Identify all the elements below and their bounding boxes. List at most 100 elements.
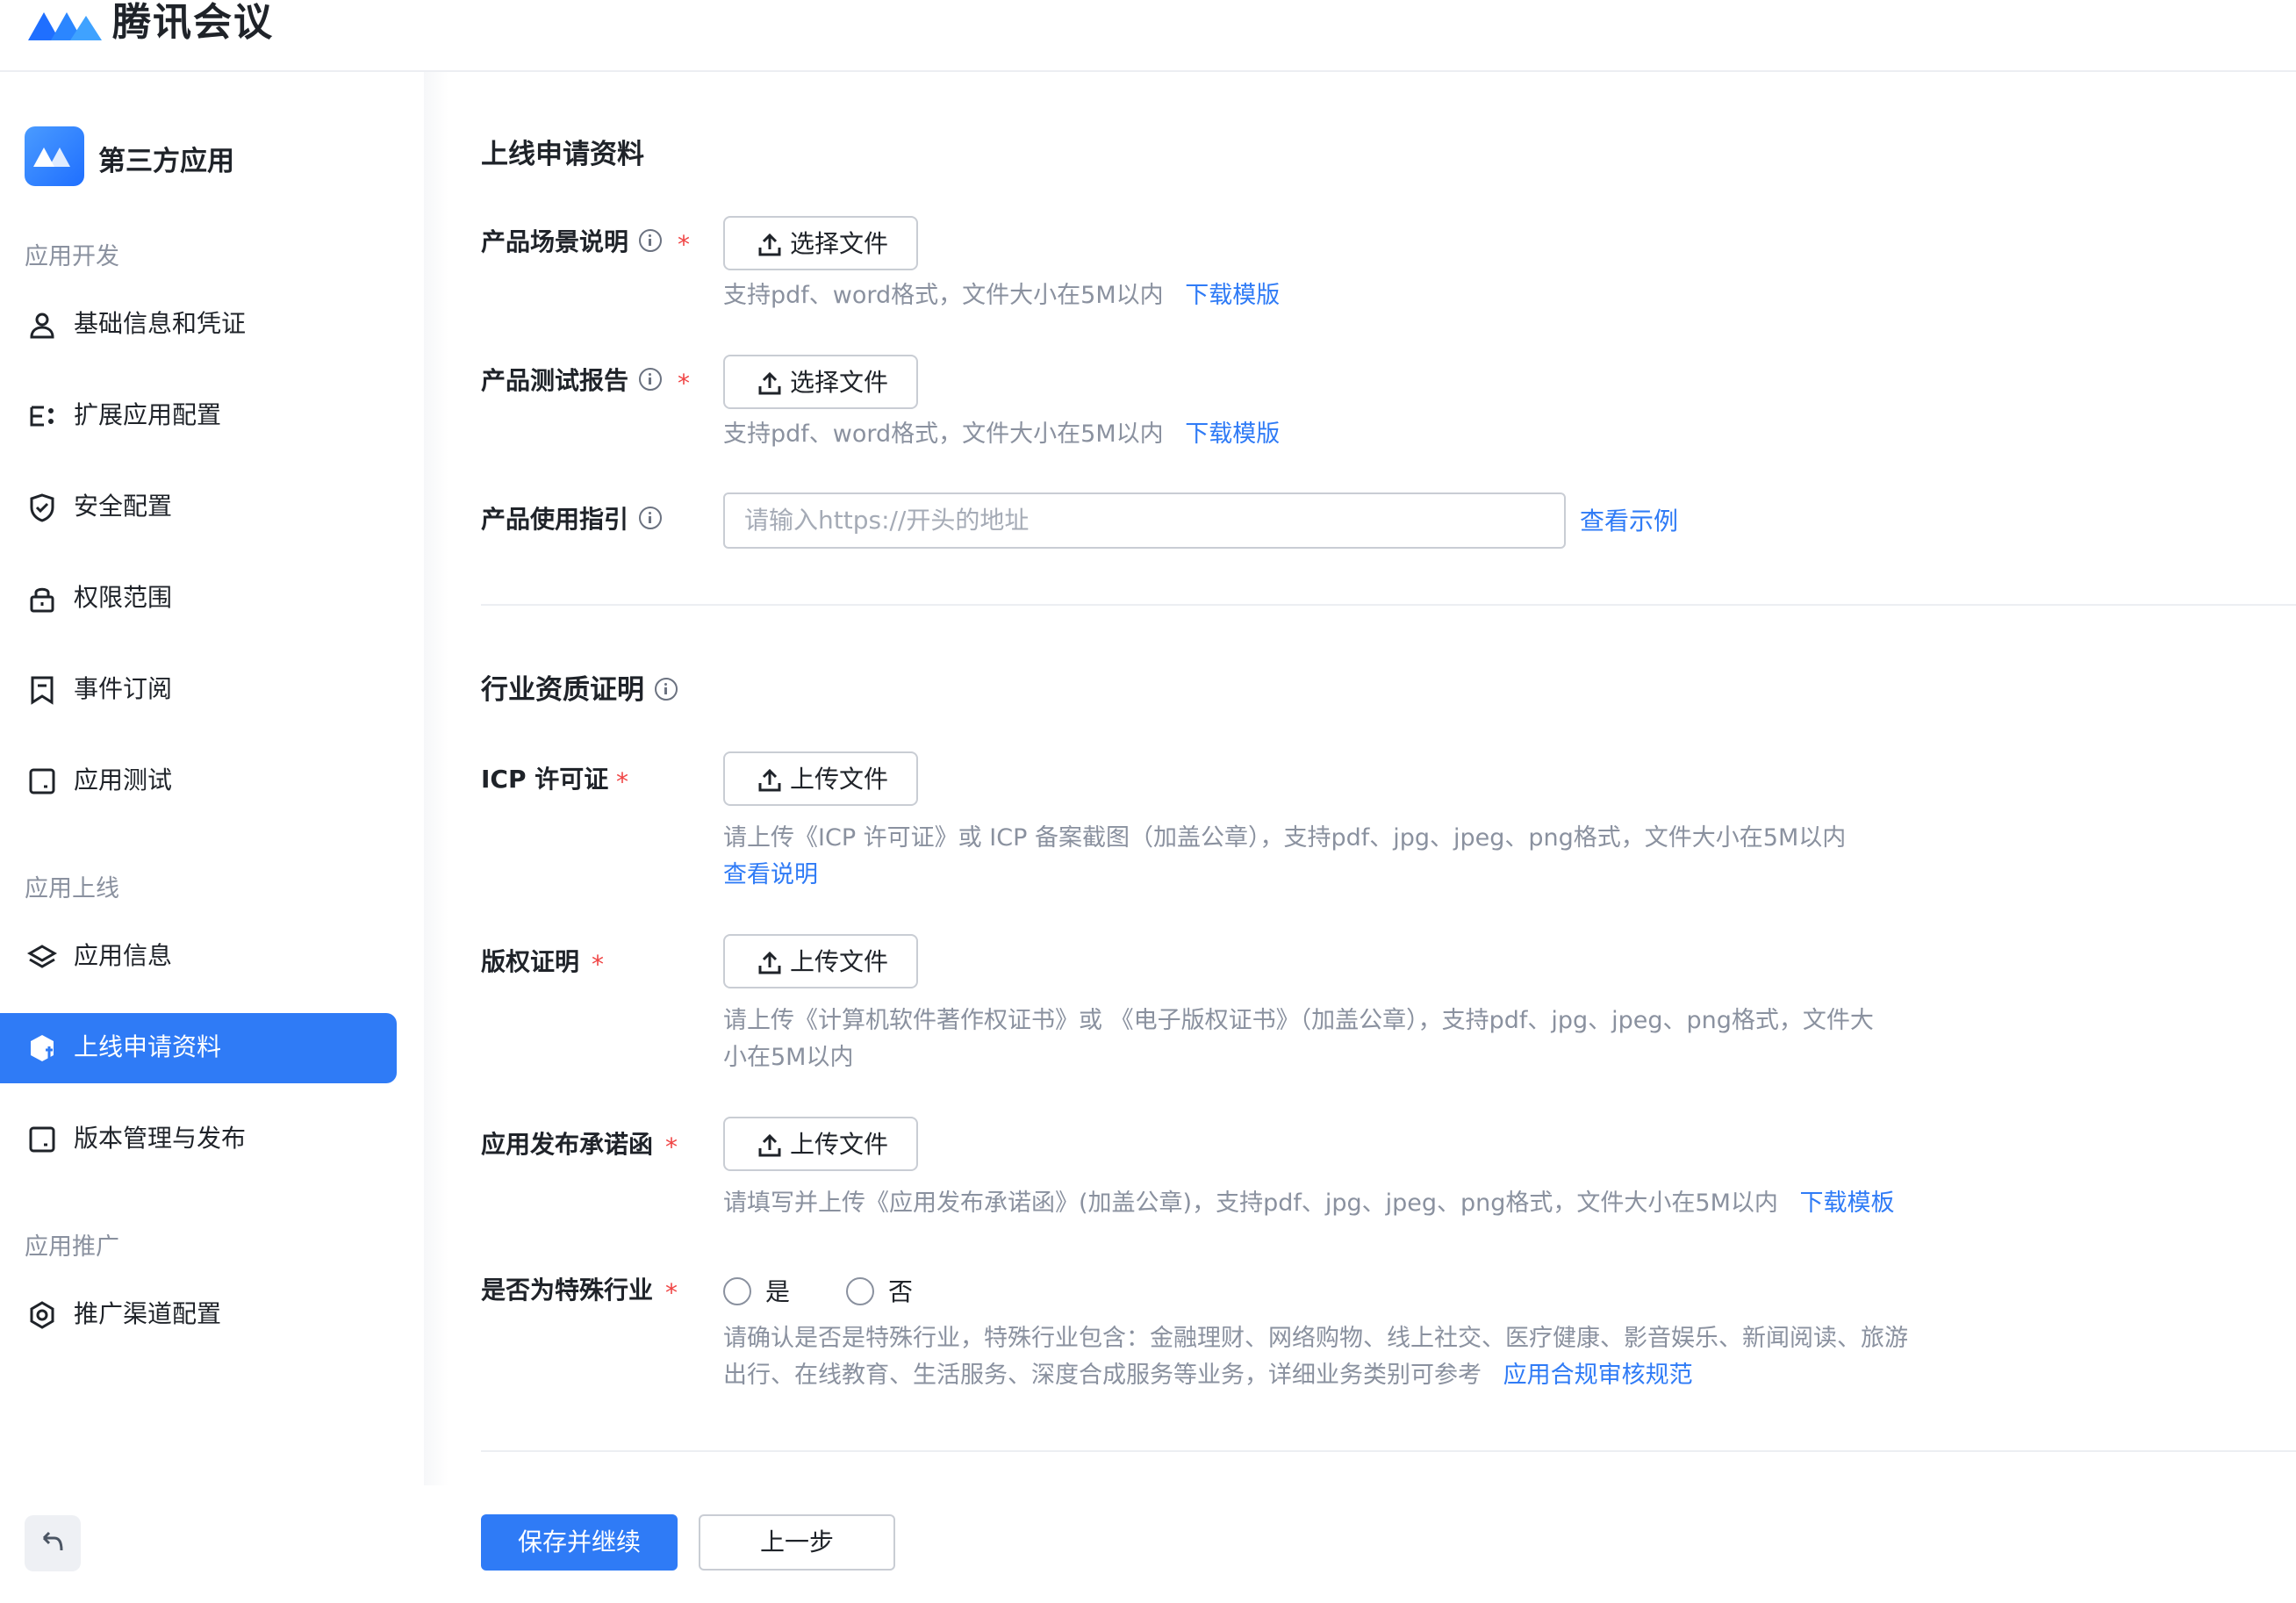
hint-commitment: 请填写并上传《应用发布承诺函》(加盖公章)，支持pdf、jpg、jpeg、png…	[723, 1185, 1894, 1222]
radio-no[interactable]	[846, 1277, 874, 1305]
sidebar-item-label: 应用信息	[74, 941, 173, 970]
sidebar-item-label: 权限范围	[74, 583, 173, 612]
sidebar-item-label: 安全配置	[74, 492, 173, 521]
sidebar-item-security[interactable]: 安全配置	[0, 472, 397, 543]
hint-copyright-line2: 小在5M以内	[723, 1044, 854, 1071]
sidebar-item-app-test[interactable]: 应用测试	[0, 746, 397, 816]
hint-copyright-line1: 请上传《计算机软件著作权证书》或 《电子版权证书》（加盖公章），支持pdf、jp…	[723, 1007, 1874, 1034]
info-icon[interactable]	[655, 677, 678, 701]
upload-file-button-copyright[interactable]: 上传文件	[723, 934, 918, 988]
sidebar-item-label: 版本管理与发布	[74, 1124, 247, 1153]
field-label-text: 产品场景说明	[481, 227, 629, 256]
upload-file-button-commitment[interactable]: 上传文件	[723, 1117, 918, 1171]
field-label-copyright: 版权证明	[481, 947, 580, 976]
hint-scenario: 支持pdf、word格式，文件大小在5M以内 下载模版	[723, 277, 1280, 314]
hint-text: 支持pdf、word格式，文件大小在5M以内	[723, 282, 1164, 309]
sidebar-item-app-info[interactable]: 应用信息	[0, 922, 397, 992]
view-instructions-link[interactable]: 查看说明	[723, 857, 818, 894]
required-asterisk: *	[665, 1278, 678, 1307]
field-label-text: 产品使用指引	[481, 505, 629, 534]
app-title: 第三方应用	[98, 146, 234, 177]
section-title-qualification: 行业资质证明	[481, 667, 678, 707]
gear-icon	[26, 1299, 58, 1331]
radio-label-no: 否	[888, 1277, 914, 1306]
undo-arrow-icon	[42, 1531, 63, 1551]
compliance-guidelines-link[interactable]: 应用合规审核规范	[1503, 1362, 1693, 1389]
shield-icon	[26, 492, 58, 523]
required-asterisk: *	[678, 230, 690, 259]
version-icon	[26, 1124, 58, 1155]
guide-url-input[interactable]	[743, 494, 1553, 545]
hint-test-report: 支持pdf、word格式，文件大小在5M以内 下载模版	[723, 416, 1280, 453]
button-label: 上传文件	[790, 1130, 889, 1159]
button-label: 上传文件	[790, 947, 889, 976]
hint-special-line2: 出行、在线教育、生活服务、深度合成服务等业务，详细业务类别可参考 应用合规审核规…	[723, 1357, 1693, 1394]
sidebar-item-label: 基础信息和凭证	[74, 309, 247, 338]
section-title-develop: 应用开发	[25, 243, 119, 270]
hint-icp: 请上传《ICP 许可证》或 ICP 备案截图（加盖公章），支持pdf、jpg、j…	[723, 824, 1847, 852]
radio-yes[interactable]	[723, 1277, 751, 1305]
radio-label-yes: 是	[765, 1277, 791, 1306]
field-label-icp: ICP 许可证	[481, 765, 609, 794]
top-bar: 腾讯会议	[0, 0, 2296, 72]
sidebar: 第三方应用 应用开发 基础信息和凭证 扩展应用配置 安全配置 权限范围 事件订阅…	[0, 72, 424, 1603]
button-label: 选择文件	[790, 368, 889, 397]
guide-url-input-box	[723, 492, 1566, 549]
required-asterisk: *	[616, 767, 628, 796]
test-icon	[26, 766, 58, 797]
hint-text: 出行、在线教育、生活服务、深度合成服务等业务，详细业务类别可参考	[723, 1362, 1482, 1389]
sidebar-item-label: 扩展应用配置	[74, 400, 222, 429]
info-icon[interactable]	[639, 507, 663, 529]
choose-file-button-test-report[interactable]: 选择文件	[723, 355, 918, 409]
upload-icon	[758, 768, 781, 792]
field-label-text: 产品测试报告	[481, 366, 629, 395]
lock-icon	[26, 583, 58, 615]
hint-special-line1: 请确认是否是特殊行业，特殊行业包含：金融理财、网络购物、线上社交、医疗健康、影音…	[723, 1325, 1908, 1352]
info-icon[interactable]	[639, 368, 663, 391]
required-asterisk: *	[678, 369, 690, 398]
sidebar-item-launch-materials[interactable]: 上线申请资料	[0, 1013, 397, 1083]
list-config-icon	[26, 400, 58, 432]
collapse-back-button[interactable]	[25, 1515, 81, 1571]
sidebar-item-basic-info[interactable]: 基础信息和凭证	[0, 290, 397, 360]
info-icon[interactable]	[639, 229, 663, 252]
section-title-promotion: 应用推广	[25, 1233, 119, 1261]
submit-doc-icon	[26, 1032, 58, 1064]
previous-step-button[interactable]: 上一步	[699, 1514, 895, 1571]
save-and-continue-button[interactable]: 保存并继续	[481, 1514, 678, 1571]
hint-text: 请填写并上传《应用发布承诺函》(加盖公章)，支持pdf、jpg、jpeg、png…	[723, 1190, 1778, 1217]
upload-icon	[758, 1133, 781, 1157]
sidebar-item-permissions[interactable]: 权限范围	[0, 564, 397, 634]
section-title-text: 行业资质证明	[481, 674, 644, 706]
user-icon	[26, 309, 58, 341]
sidebar-item-events[interactable]: 事件订阅	[0, 655, 397, 725]
hint-text: 支持pdf、word格式，文件大小在5M以内	[723, 421, 1164, 448]
layers-icon	[26, 941, 58, 973]
sidebar-item-promotion-channels[interactable]: 推广渠道配置	[0, 1280, 397, 1350]
bookmark-icon	[26, 674, 58, 706]
button-label: 上传文件	[790, 765, 889, 794]
section-divider	[481, 1450, 2296, 1452]
sidebar-item-label: 推广渠道配置	[74, 1299, 222, 1328]
app-logo-icon	[25, 126, 84, 186]
sidebar-item-version-release[interactable]: 版本管理与发布	[0, 1104, 397, 1175]
upload-icon	[758, 233, 781, 256]
upload-file-button-icp[interactable]: 上传文件	[723, 751, 918, 806]
main-gutter	[424, 72, 448, 1603]
field-label-test-report: 产品测试报告	[481, 363, 663, 399]
field-label-special-industry: 是否为特殊行业	[481, 1276, 654, 1305]
field-label-guide: 产品使用指引	[481, 502, 663, 537]
download-template-link[interactable]: 下载模板	[1799, 1190, 1894, 1217]
sidebar-item-label: 上线申请资料	[74, 1032, 222, 1061]
upload-icon	[758, 951, 781, 974]
tencent-meeting-logo-icon	[25, 0, 104, 53]
button-label: 选择文件	[790, 229, 889, 258]
view-example-link[interactable]: 查看示例	[1580, 502, 1678, 537]
choose-file-button-scenario[interactable]: 选择文件	[723, 216, 918, 270]
upload-icon	[758, 371, 781, 395]
field-label-scenario: 产品场景说明	[481, 225, 663, 260]
sidebar-item-label: 应用测试	[74, 766, 173, 794]
sidebar-item-extension-config[interactable]: 扩展应用配置	[0, 381, 397, 451]
download-template-link[interactable]: 下载模版	[1185, 421, 1280, 448]
download-template-link[interactable]: 下载模版	[1185, 282, 1280, 309]
